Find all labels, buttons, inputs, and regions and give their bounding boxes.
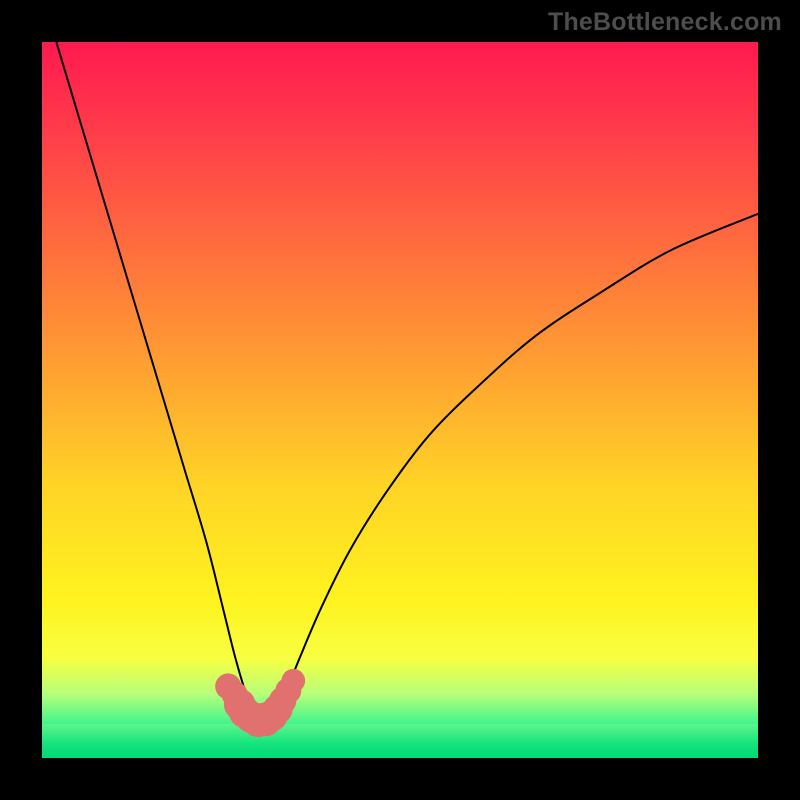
- trough-markers: [215, 669, 305, 737]
- left-curve: [56, 42, 256, 719]
- chart-frame: TheBottleneck.com: [0, 0, 800, 800]
- curve-layer: [42, 42, 758, 758]
- trough-marker: [282, 669, 306, 693]
- watermark-text: TheBottleneck.com: [548, 8, 782, 37]
- right-curve: [275, 214, 758, 719]
